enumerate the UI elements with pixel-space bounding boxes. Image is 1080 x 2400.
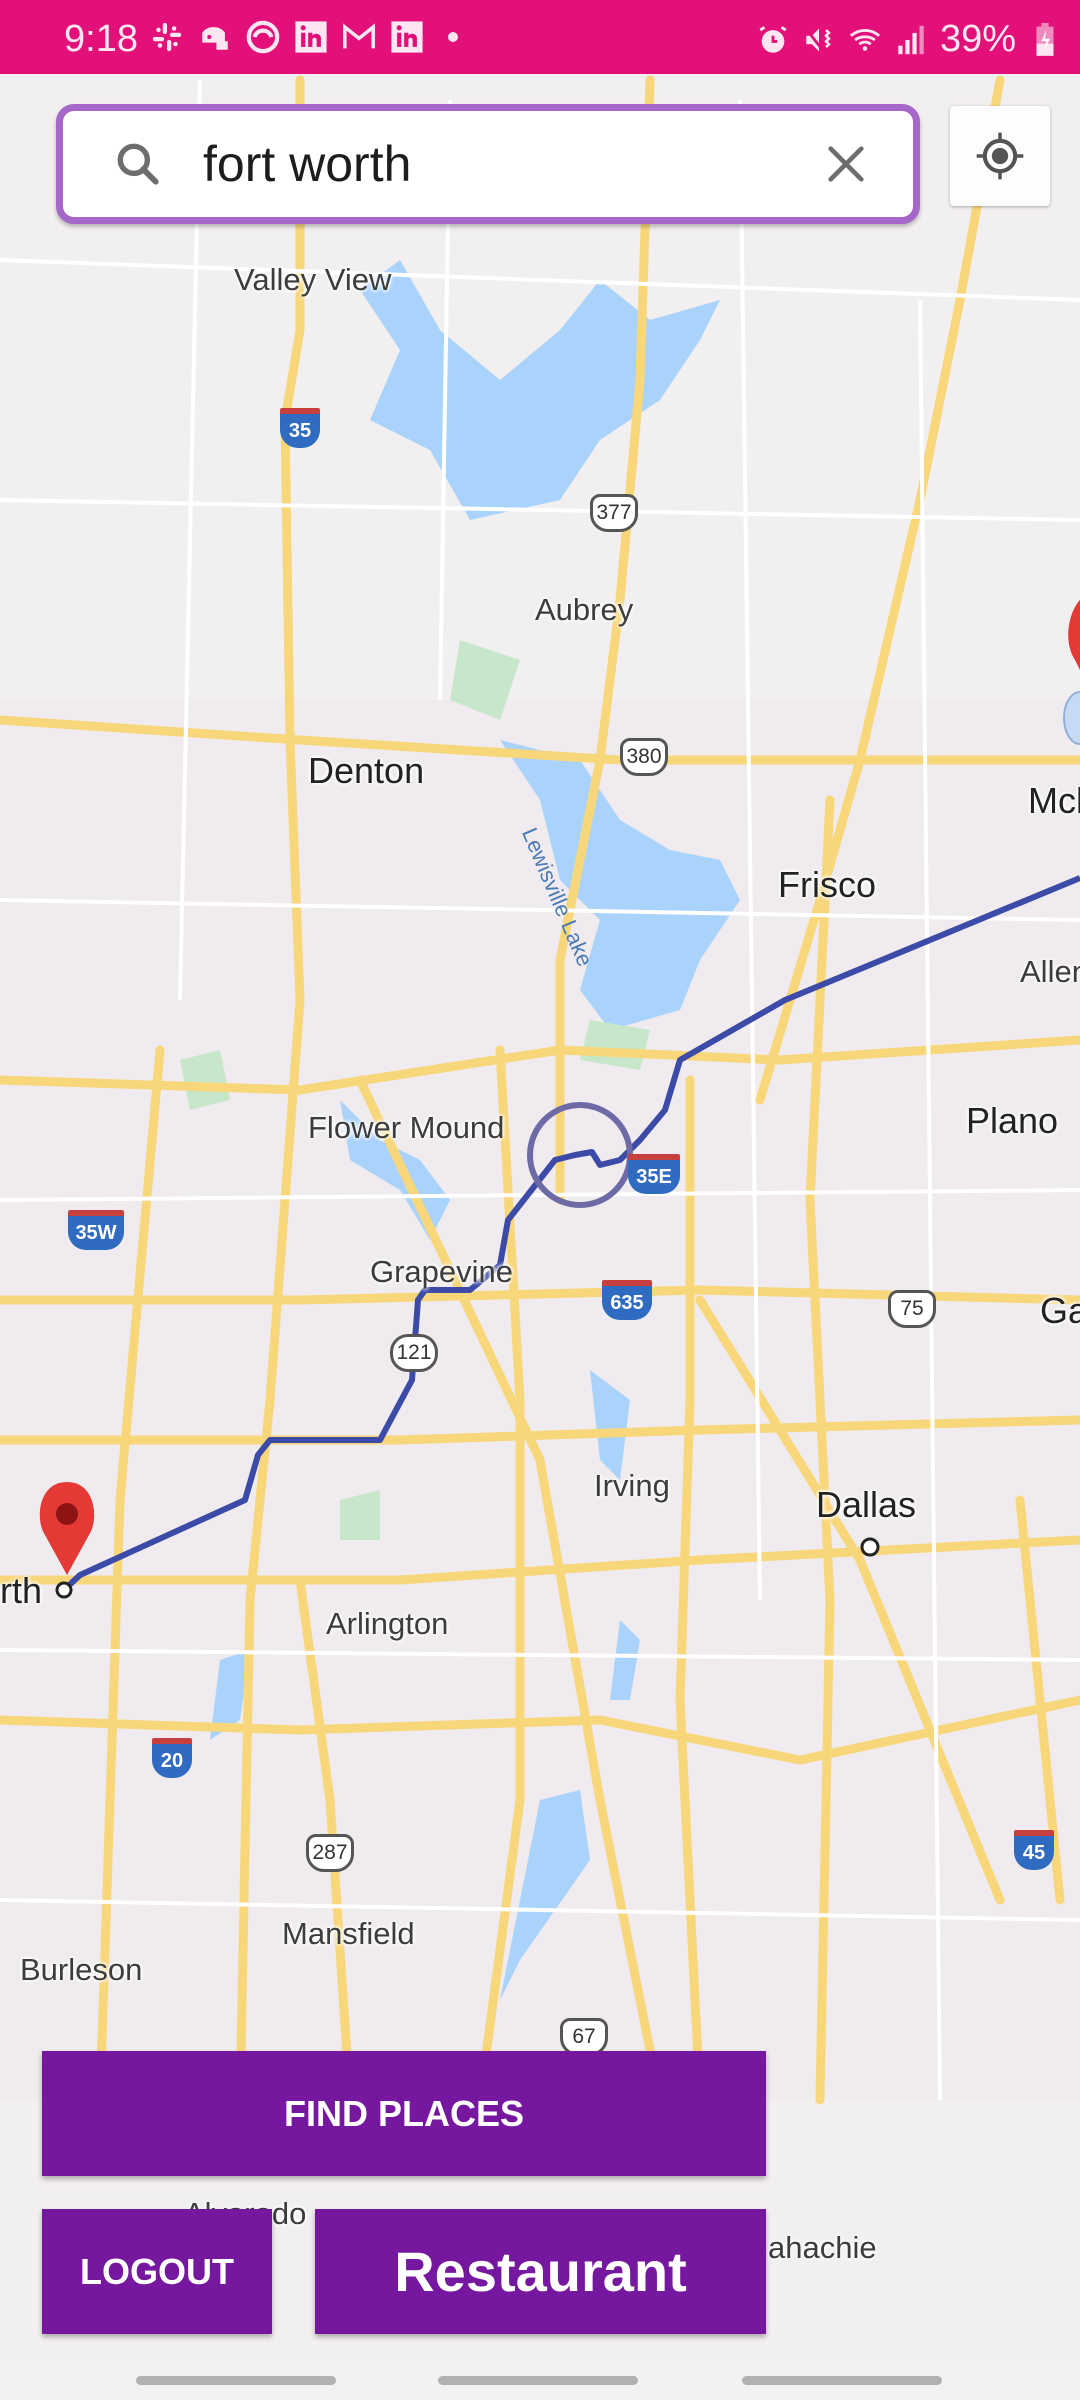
notification-icons bbox=[150, 20, 458, 54]
label-flower-mound: Flower Mound bbox=[308, 1110, 505, 1145]
my-location-icon bbox=[976, 132, 1024, 180]
label-garland: Ga bbox=[1040, 1290, 1080, 1331]
shield-i35: 35 bbox=[280, 408, 320, 448]
label-grapevine: Grapevine bbox=[370, 1254, 514, 1289]
clear-icon[interactable] bbox=[823, 141, 869, 187]
label-allen: Allen bbox=[1020, 954, 1080, 989]
shield-us287: 287 bbox=[306, 1834, 354, 1872]
battery-percent: 39% bbox=[939, 18, 1016, 60]
shield-i635: 635 bbox=[602, 1280, 652, 1320]
my-location-button[interactable] bbox=[950, 106, 1050, 206]
label-aubrey: Aubrey bbox=[535, 592, 634, 627]
label-irving: Irving bbox=[594, 1468, 670, 1503]
restaurant-button[interactable]: Restaurant bbox=[315, 2209, 766, 2334]
label-frisco: Frisco bbox=[778, 864, 876, 905]
slack-icon bbox=[150, 20, 184, 54]
discord-icon bbox=[198, 20, 232, 54]
label-arlington: Arlington bbox=[326, 1606, 449, 1641]
map-view[interactable]: Valley View Aubrey Denton Frisco Mck All… bbox=[0, 74, 1080, 2360]
label-fort-worth: rth bbox=[0, 1570, 43, 1611]
battery-charging-icon bbox=[1028, 22, 1062, 57]
shield-us380: 380 bbox=[620, 738, 668, 776]
alarm-icon bbox=[756, 23, 790, 57]
label-denton: Denton bbox=[308, 750, 425, 791]
gmail-icon bbox=[342, 20, 376, 54]
vibrate-mute-icon bbox=[802, 23, 836, 57]
label-waxahachie: ahachie bbox=[768, 2230, 877, 2265]
search-input[interactable] bbox=[203, 135, 803, 193]
nav-back-handle[interactable] bbox=[742, 2376, 942, 2385]
label-plano: Plano bbox=[966, 1100, 1059, 1141]
swirl-app-icon bbox=[246, 20, 280, 54]
nav-home-handle[interactable] bbox=[438, 2376, 638, 2385]
label-burleson: Burleson bbox=[20, 1952, 143, 1987]
signal-icon bbox=[894, 23, 928, 57]
status-time: 9:18 bbox=[64, 18, 138, 60]
shield-us377: 377 bbox=[590, 494, 638, 532]
wifi-icon bbox=[848, 23, 882, 57]
more-notifications-dot bbox=[448, 32, 458, 42]
label-valley-view: Valley View bbox=[234, 262, 392, 297]
find-places-button[interactable]: FIND PLACES bbox=[42, 2051, 766, 2176]
status-bar: 9:18 39% bbox=[0, 0, 1080, 74]
mckinney-marker[interactable] bbox=[1063, 600, 1080, 745]
shield-sh121: 121 bbox=[390, 1334, 438, 1372]
logout-button[interactable]: LOGOUT bbox=[42, 2209, 272, 2334]
shield-i35w: 35W bbox=[68, 1210, 124, 1250]
system-icons: 39% bbox=[756, 18, 1062, 61]
navigation-bar bbox=[0, 2362, 1080, 2400]
label-dallas: Dallas bbox=[816, 1484, 917, 1525]
shield-i35e: 35E bbox=[628, 1154, 680, 1194]
search-box[interactable] bbox=[56, 104, 920, 224]
label-mckinney: Mck bbox=[1028, 780, 1080, 821]
shield-us75: 75 bbox=[888, 1290, 936, 1328]
label-mansfield: Mansfield bbox=[282, 1916, 415, 1951]
dallas-point bbox=[860, 1537, 880, 1557]
map-canvas[interactable] bbox=[0, 74, 1080, 2360]
shield-i20: 20 bbox=[152, 1738, 192, 1778]
lake-ray-roberts bbox=[360, 260, 720, 520]
linkedin-icon bbox=[294, 20, 328, 54]
nav-recents-handle[interactable] bbox=[136, 2376, 336, 2385]
linkedin-icon bbox=[390, 20, 424, 54]
shield-i45: 45 bbox=[1014, 1830, 1054, 1870]
search-icon bbox=[117, 143, 159, 185]
